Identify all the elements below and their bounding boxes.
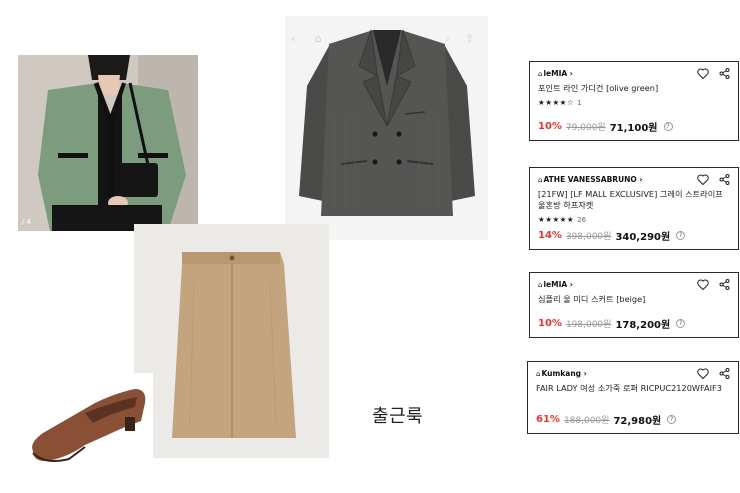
brand-home-icon: ⌂	[538, 280, 543, 289]
cardigan-illustration	[18, 55, 198, 231]
star-rating: ★★★★★	[538, 215, 575, 224]
rating: ★★★★★ 26	[538, 215, 730, 224]
original-price: 198,000원	[565, 320, 612, 330]
heart-icon[interactable]	[697, 279, 709, 290]
brand-name: Kumkang ›	[541, 368, 587, 378]
share-icon[interactable]	[719, 367, 730, 379]
brand-link[interactable]: ⌂ATHE VANESSABRUNO ›	[538, 175, 643, 184]
discount-percent: 10%	[538, 121, 562, 132]
discount-percent: 10%	[538, 318, 562, 329]
outfit-caption: 출근룩	[372, 406, 424, 427]
loafer-illustration	[25, 373, 153, 468]
final-price: 72,980원	[613, 416, 662, 427]
image-counter: / 4	[22, 218, 32, 226]
brand-name: leMIA ›	[543, 68, 573, 78]
loafer-photo[interactable]	[25, 373, 153, 468]
review-count: 26	[577, 215, 587, 224]
share-icon[interactable]	[719, 278, 730, 290]
product-name[interactable]: 심플리 울 미디 스커트 [beige]	[538, 294, 730, 305]
product-name[interactable]: [21FW] [LF MALL EXCLUSIVE] 그레이 스트라이프 울혼방…	[538, 189, 730, 211]
brand-name: leMIA ›	[543, 279, 573, 289]
heart-icon[interactable]	[697, 174, 709, 185]
price-info-icon[interactable]: ?	[667, 415, 677, 424]
skirt-photo[interactable]	[134, 224, 329, 458]
product-card[interactable]: ⌂Kumkang › FAIR LADY 여성 소가죽 로퍼 RICPUC212…	[527, 361, 739, 434]
final-price: 340,290원	[615, 232, 671, 243]
product-name[interactable]: FAIR LADY 여성 소가죽 로퍼 RICPUC2120WFAIF3	[536, 383, 730, 394]
brand-home-icon: ⌂	[536, 369, 541, 378]
jacket-photo[interactable]: ‹ ⌂ ⌕ ⇧	[285, 16, 488, 240]
search-icon[interactable]: ⌕	[445, 32, 451, 46]
brand-link[interactable]: ⌂leMIA ›	[538, 69, 573, 78]
jacket-illustration	[285, 16, 488, 240]
share-icon[interactable]: ⇧	[465, 32, 474, 45]
original-price: 398,000원	[565, 232, 612, 242]
price-info-icon[interactable]: ?	[676, 231, 686, 240]
original-price: 79,000원	[565, 123, 606, 133]
discount-percent: 14%	[538, 230, 562, 241]
heart-icon[interactable]	[697, 368, 709, 379]
product-name[interactable]: 포인트 라인 가디건 [olive green]	[538, 83, 730, 94]
discount-percent: 61%	[536, 414, 560, 425]
heart-icon[interactable]	[697, 68, 709, 79]
product-card[interactable]: ⌂leMIA › 심플리 울 미디 스커트 [beige] 10% 198,00…	[529, 272, 739, 338]
back-arrow-icon[interactable]: ‹	[291, 32, 295, 45]
star-rating: ★★★★☆	[538, 98, 575, 107]
price-row: 14% 398,000원 340,290원 ?	[538, 228, 686, 243]
final-price: 71,100원	[609, 123, 658, 134]
product-card[interactable]: ⌂ATHE VANESSABRUNO › [21FW] [LF MALL EXC…	[529, 167, 739, 250]
price-row: 10% 198,000원 178,200원 ?	[538, 316, 686, 331]
price-info-icon[interactable]: ?	[663, 122, 673, 131]
price-row: 61% 188,000원 72,980원 ?	[536, 412, 677, 427]
share-icon[interactable]	[719, 67, 730, 79]
brand-name: ATHE VANESSABRUNO ›	[543, 174, 643, 184]
final-price: 178,200원	[615, 320, 671, 331]
original-price: 188,000원	[563, 416, 610, 426]
brand-link[interactable]: ⌂Kumkang ›	[536, 369, 587, 378]
home-icon[interactable]: ⌂	[315, 32, 322, 45]
cardigan-photo[interactable]: / 4	[18, 55, 198, 231]
brand-home-icon: ⌂	[538, 175, 543, 184]
skirt-illustration	[134, 224, 329, 458]
brand-link[interactable]: ⌂leMIA ›	[538, 280, 573, 289]
review-count: 1	[577, 98, 582, 107]
share-icon[interactable]	[719, 173, 730, 185]
rating: ★★★★☆ 1	[538, 98, 730, 107]
brand-home-icon: ⌂	[538, 69, 543, 78]
price-info-icon[interactable]: ?	[676, 319, 686, 328]
price-row: 10% 79,000원 71,100원 ?	[538, 119, 673, 134]
product-card[interactable]: ⌂leMIA › 포인트 라인 가디건 [olive green] ★★★★☆ …	[529, 61, 739, 141]
